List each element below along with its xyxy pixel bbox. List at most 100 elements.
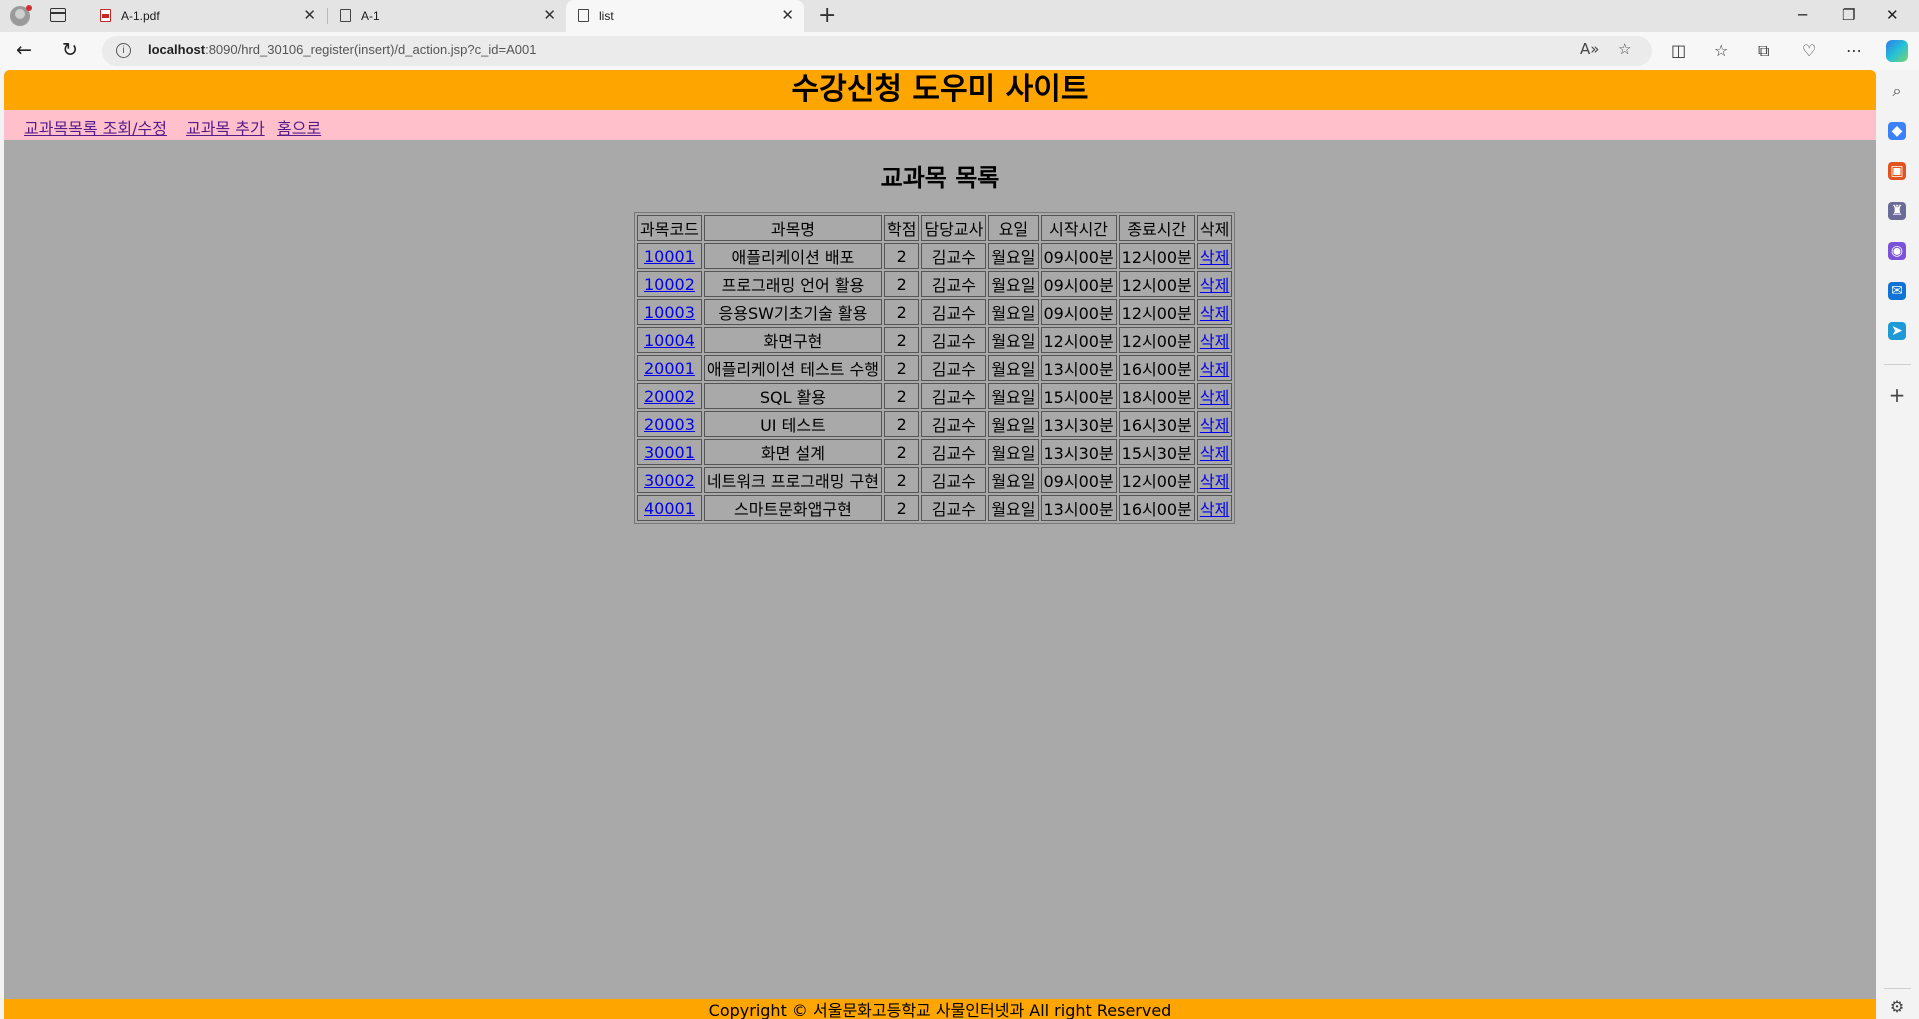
table-cell: 김교수 <box>921 327 987 353</box>
window-close-icon[interactable]: ✕ <box>1886 6 1899 24</box>
address-bar[interactable]: i localhost:8090/hrd_30106_register(inse… <box>102 36 1652 66</box>
course-code-link[interactable]: 20002 <box>644 387 695 406</box>
course-code-cell: 20003 <box>637 411 702 437</box>
shopping-tag-icon[interactable]: ◆ <box>1888 122 1906 140</box>
table-header: 과목코드 과목명 학점 담당교사 요일 시작시간 종료시간 삭제 <box>637 215 1233 241</box>
delete-link[interactable]: 삭제 <box>1200 388 1229 407</box>
games-icon[interactable]: ♜ <box>1888 202 1906 220</box>
table-cell: UI 테스트 <box>703 411 882 437</box>
course-code-cell: 10002 <box>637 271 702 297</box>
delete-cell: 삭제 <box>1196 243 1233 269</box>
tools-icon[interactable]: ▣ <box>1888 162 1906 180</box>
course-code-link[interactable]: 10004 <box>644 331 695 350</box>
nav-link-add-course[interactable]: 교과목 추가 <box>186 115 265 139</box>
table-cell: 네트워크 프로그래밍 구현 <box>703 467 882 493</box>
table-cell: 월요일 <box>988 467 1039 493</box>
nav-link-home[interactable]: 홈으로 <box>277 115 321 139</box>
table-cell: SQL 활용 <box>703 383 882 409</box>
table-cell: 15시00분 <box>1040 383 1117 409</box>
course-code-cell: 10001 <box>637 243 702 269</box>
table-cell: 월요일 <box>988 383 1039 409</box>
delete-link[interactable]: 삭제 <box>1200 304 1229 323</box>
close-icon[interactable]: ✕ <box>543 6 556 24</box>
page-viewport: 수강신청 도우미 사이트 교과목목록 조회/수정 교과목 추가 홈으로 교과목 … <box>4 70 1876 1019</box>
table-row: 10004 화면구현 2 김교수 월요일 12시00분 12시00분 삭제 <box>637 327 1233 353</box>
table-cell: 18시00분 <box>1118 383 1195 409</box>
delete-cell: 삭제 <box>1196 299 1233 325</box>
table-cell: 2 <box>883 411 920 437</box>
tab-list[interactable]: list ✕ <box>566 0 804 32</box>
read-aloud-icon[interactable]: A» <box>1580 40 1599 58</box>
page-title: 교과목 목록 <box>880 164 1000 192</box>
new-tab-icon[interactable]: + <box>818 3 836 28</box>
copilot-icon[interactable] <box>1886 40 1908 62</box>
table-cell: 2 <box>883 467 920 493</box>
minimize-icon[interactable]: ─ <box>1798 6 1807 24</box>
table-cell: 09시00분 <box>1040 467 1117 493</box>
delete-link[interactable]: 삭제 <box>1200 248 1229 267</box>
table-cell: 12시00분 <box>1118 467 1195 493</box>
table-cell: 응용SW기초기술 활용 <box>703 299 882 325</box>
delete-link[interactable]: 삭제 <box>1200 416 1229 435</box>
column-header: 과목명 <box>703 215 882 241</box>
favorite-star-icon[interactable]: ☆ <box>1618 40 1631 58</box>
course-code-link[interactable]: 20003 <box>644 415 695 434</box>
site-info-icon[interactable]: i <box>116 43 131 58</box>
table-cell: 화면 설계 <box>703 439 882 465</box>
course-code-link[interactable]: 30002 <box>644 471 695 490</box>
delete-link[interactable]: 삭제 <box>1200 500 1229 519</box>
column-header: 시작시간 <box>1040 215 1117 241</box>
table-row: 20002 SQL 활용 2 김교수 월요일 15시00분 18시00분 삭제 <box>637 383 1233 409</box>
add-icon[interactable]: + <box>1888 385 1906 405</box>
microsoft365-icon[interactable]: ◉ <box>1888 242 1906 260</box>
table-cell: 2 <box>883 439 920 465</box>
url-text[interactable]: localhost:8090/hrd_30106_register(insert… <box>148 42 536 57</box>
table-cell: 월요일 <box>988 243 1039 269</box>
course-code-link[interactable]: 10001 <box>644 247 695 266</box>
table-cell: 16시00분 <box>1118 495 1195 521</box>
table-cell: 김교수 <box>921 467 987 493</box>
delete-cell: 삭제 <box>1196 495 1233 521</box>
table-cell: 월요일 <box>988 327 1039 353</box>
send-icon[interactable]: ➤ <box>1888 322 1906 340</box>
favorites-icon[interactable]: ☆ <box>1714 41 1728 60</box>
tab-a1-pdf[interactable]: A-1.pdf ✕ <box>88 0 326 32</box>
delete-link[interactable]: 삭제 <box>1200 360 1229 379</box>
close-icon[interactable]: ✕ <box>781 6 794 24</box>
refresh-icon[interactable]: ↻ <box>62 39 78 61</box>
browser-essentials-icon[interactable]: ♡ <box>1802 41 1816 60</box>
table-cell: 13시30분 <box>1040 411 1117 437</box>
table-cell: 프로그래밍 언어 활용 <box>703 271 882 297</box>
sidebar-divider <box>1884 364 1911 365</box>
table-cell: 김교수 <box>921 355 987 381</box>
tab-actions-icon[interactable] <box>50 8 66 22</box>
toolbar: ← ↻ i localhost:8090/hrd_30106_register(… <box>0 32 1919 70</box>
course-code-cell: 30002 <box>637 467 702 493</box>
more-menu-icon[interactable]: ⋯ <box>1846 41 1862 60</box>
nav-link-course-list[interactable]: 교과목목록 조회/수정 <box>24 115 167 139</box>
outlook-icon[interactable]: ✉ <box>1888 282 1906 300</box>
course-code-link[interactable]: 10002 <box>644 275 695 294</box>
table-body: 10001 애플리케이션 배포 2 김교수 월요일 09시00분 12시00분 삭제 10002… <box>637 243 1233 521</box>
course-code-link[interactable]: 40001 <box>644 499 695 518</box>
table-cell: 스마트문화앱구현 <box>703 495 882 521</box>
course-code-link[interactable]: 20001 <box>644 359 695 378</box>
table-row: 10003 응용SW기초기술 활용 2 김교수 월요일 09시00분 12시00분 삭제 <box>637 299 1233 325</box>
tab-a1[interactable]: A-1 ✕ <box>327 0 566 32</box>
table-cell: 12시00분 <box>1118 243 1195 269</box>
settings-gear-icon[interactable]: ⚙ <box>1888 998 1906 1016</box>
table-row: 20003 UI 테스트 2 김교수 월요일 13시30분 16시30분 삭제 <box>637 411 1233 437</box>
course-code-link[interactable]: 10003 <box>644 303 695 322</box>
restore-icon[interactable]: ❐ <box>1842 6 1855 24</box>
search-icon[interactable]: ⌕ <box>1888 82 1906 100</box>
table-cell: 09시00분 <box>1040 271 1117 297</box>
delete-link[interactable]: 삭제 <box>1200 444 1229 463</box>
delete-link[interactable]: 삭제 <box>1200 332 1229 351</box>
delete-link[interactable]: 삭제 <box>1200 472 1229 491</box>
split-screen-icon[interactable]: ◫ <box>1671 41 1686 60</box>
back-icon[interactable]: ← <box>16 39 32 61</box>
course-code-link[interactable]: 30001 <box>644 443 695 462</box>
delete-link[interactable]: 삭제 <box>1200 276 1229 295</box>
close-icon[interactable]: ✕ <box>303 6 316 24</box>
collections-icon[interactable]: ⧉ <box>1758 41 1769 61</box>
